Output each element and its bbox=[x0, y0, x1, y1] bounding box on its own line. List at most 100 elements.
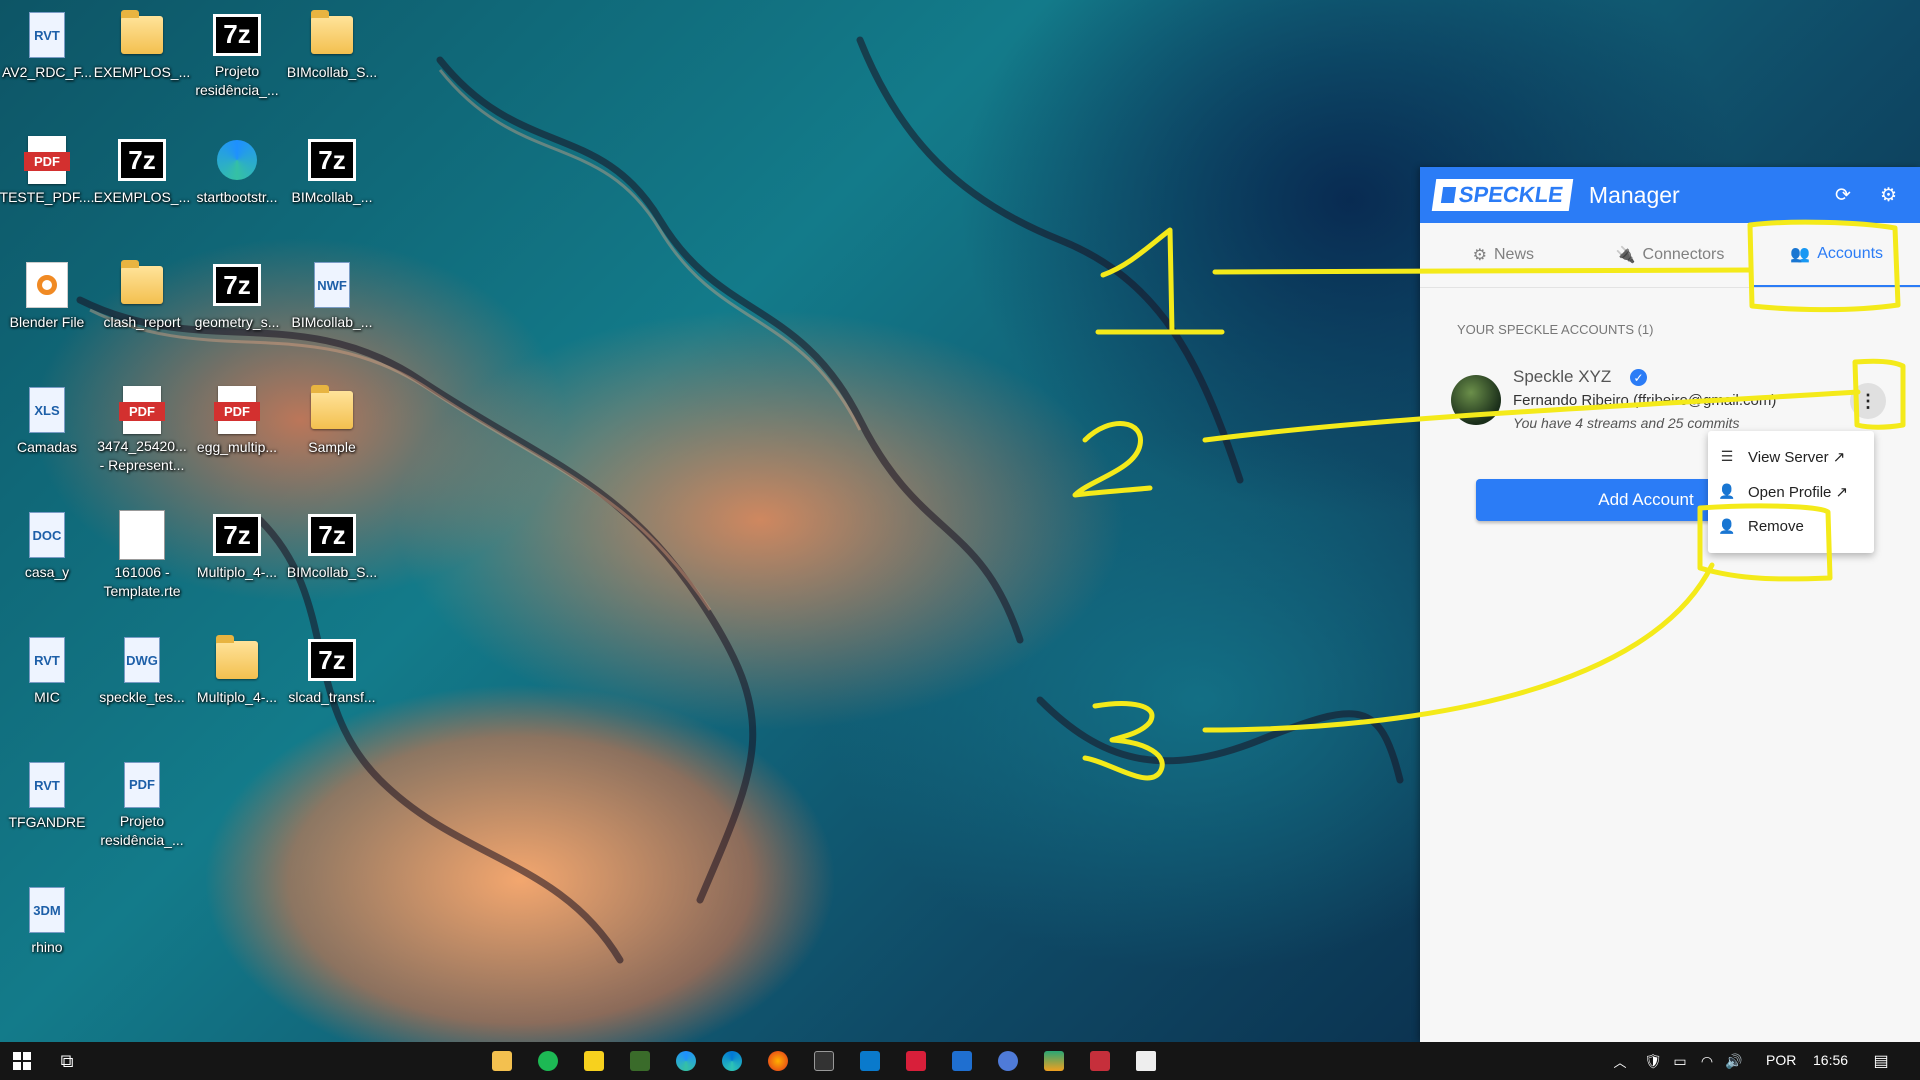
app-icon[interactable] bbox=[998, 1051, 1018, 1071]
desktop-icon-label: speckle_tes... bbox=[99, 689, 185, 705]
account-name: Speckle XYZ bbox=[1513, 367, 1612, 386]
7z-file-icon: 7z bbox=[212, 260, 262, 310]
menu-item-remove[interactable]: 👤 Remove bbox=[1708, 509, 1874, 544]
desktop-icon[interactable]: 161006 - Template.rte bbox=[95, 504, 189, 600]
desktop-icon[interactable]: clash_report bbox=[95, 254, 189, 350]
app-icon[interactable] bbox=[1090, 1051, 1110, 1071]
desktop-icon[interactable]: 7z Projeto residência_... bbox=[190, 4, 284, 100]
volume-icon[interactable]: 🔊 bbox=[1724, 1042, 1744, 1080]
desktop-icon[interactable]: 7z BIMcollab_S... bbox=[285, 504, 379, 600]
desktop-icon[interactable]: PDF 3474_25420... - Represent... bbox=[95, 379, 189, 475]
desktop-icon-label: BIMcollab_S... bbox=[286, 64, 378, 80]
task-view-icon[interactable]: ⧉ bbox=[54, 1042, 80, 1080]
desktop-icon-label: BIMcollab_... bbox=[291, 314, 373, 330]
desktop-icon-label: BIMcollab_... bbox=[291, 189, 373, 205]
pdf-file-icon: PDF bbox=[212, 385, 262, 435]
tab-accounts[interactable]: 👥 Accounts bbox=[1753, 223, 1920, 287]
terminal-icon[interactable] bbox=[814, 1051, 834, 1071]
windows-start-icon[interactable] bbox=[8, 1042, 36, 1080]
pdf-file-icon: PDF bbox=[22, 135, 72, 185]
tab-news[interactable]: ⚙ News bbox=[1420, 223, 1587, 287]
desktop-icon-label: TESTE_PDF.... bbox=[0, 189, 95, 205]
desktop-icon[interactable]: NWF BIMcollab_... bbox=[285, 254, 379, 350]
app-icon[interactable] bbox=[630, 1051, 650, 1071]
7z-file-icon: 7z bbox=[212, 510, 262, 560]
edge-beta-icon[interactable] bbox=[722, 1051, 742, 1071]
menu-item-open-profile[interactable]: 👤 Open Profile ↗ bbox=[1708, 474, 1874, 509]
settings-gear-icon[interactable]: ⚙ bbox=[1880, 184, 1897, 207]
desktop-icon[interactable]: startbootstr... bbox=[190, 129, 284, 225]
tab-accounts-label: Accounts bbox=[1817, 245, 1884, 262]
firefox-icon[interactable] bbox=[768, 1051, 788, 1071]
desktop-icon[interactable]: RVT TFGANDRE bbox=[0, 754, 94, 850]
account-menu-button[interactable]: ⋮ bbox=[1850, 383, 1886, 419]
edge-file-icon bbox=[212, 135, 262, 185]
layers-app-icon[interactable] bbox=[1044, 1051, 1064, 1071]
desktop-icon[interactable]: 3DM rhino bbox=[0, 879, 94, 975]
section-title: YOUR SPECKLE ACCOUNTS (1) bbox=[1457, 322, 1654, 337]
account-email: Fernando Ribeiro (ffribeiro@gmail.com) bbox=[1513, 392, 1777, 409]
doc-file-icon: PDF bbox=[117, 760, 167, 809]
file-explorer-icon[interactable] bbox=[492, 1051, 512, 1071]
desktop-icon-label: EXEMPLOS_... bbox=[93, 189, 191, 205]
refresh-icon[interactable]: ⟳ bbox=[1835, 184, 1851, 207]
doc-file-icon: RVT bbox=[22, 10, 72, 60]
folder-file-icon bbox=[117, 10, 167, 60]
account-context-menu: ☰ View Server ↗ 👤 Open Profile ↗ 👤 Remove bbox=[1708, 431, 1874, 553]
desktop-icon[interactable]: 7z slcad_transf... bbox=[285, 629, 379, 725]
avatar bbox=[1451, 375, 1501, 425]
desktop-icon[interactable]: DWG speckle_tes... bbox=[95, 629, 189, 725]
windows-taskbar: ⧉ ︿ 🛡 ▭ ◠ 🔊 POR 16:56 ▤ bbox=[0, 1042, 1920, 1080]
spotify-icon[interactable] bbox=[538, 1051, 558, 1071]
folder-file-icon bbox=[307, 10, 357, 60]
desktop-icon[interactable]: XLS Camadas bbox=[0, 379, 94, 475]
tab-news-label: News bbox=[1494, 246, 1535, 263]
edge-icon[interactable] bbox=[676, 1051, 696, 1071]
menu-item-view-server[interactable]: ☰ View Server ↗ bbox=[1708, 439, 1874, 474]
battery-icon[interactable]: ▭ bbox=[1670, 1042, 1690, 1080]
menu-item-label: View Server ↗ bbox=[1748, 448, 1846, 466]
clock[interactable]: 16:56 bbox=[1813, 1052, 1848, 1068]
desktop-icon[interactable]: RVT AV2_RDC_F... bbox=[0, 4, 94, 100]
security-shield-icon[interactable]: 🛡 bbox=[1643, 1042, 1663, 1080]
people-icon: 👥 bbox=[1790, 246, 1811, 263]
app-icon[interactable] bbox=[1136, 1051, 1156, 1071]
tab-connectors[interactable]: 🔌 Connectors bbox=[1587, 223, 1754, 287]
desktop-icon[interactable]: Sample bbox=[285, 379, 379, 475]
desktop-icon[interactable]: 7z EXEMPLOS_... bbox=[93, 129, 191, 225]
doc-file-icon: NWF bbox=[307, 260, 357, 310]
desktop-icon-label: Sample bbox=[308, 439, 356, 455]
tab-bar: ⚙ News 🔌 Connectors 👥 Accounts bbox=[1420, 223, 1920, 288]
desktop-icon-label: Projeto residência_... bbox=[195, 63, 279, 98]
wifi-icon[interactable]: ◠ bbox=[1697, 1042, 1717, 1080]
app-icon[interactable] bbox=[952, 1051, 972, 1071]
desktop-icon-label: rhino bbox=[31, 939, 63, 955]
doc-file-icon: DWG bbox=[117, 635, 167, 685]
7z-file-icon: 7z bbox=[307, 135, 357, 185]
autocad-icon[interactable] bbox=[906, 1051, 926, 1071]
desktop-icon[interactable]: DOC casa_y bbox=[0, 504, 94, 600]
desktop-icon[interactable]: EXEMPLOS_... bbox=[94, 4, 190, 100]
7z-file-icon: 7z bbox=[212, 10, 262, 59]
desktop-icon[interactable]: 7z geometry_s... bbox=[190, 254, 284, 350]
desktop-icon[interactable]: 7z Multiplo_4-... bbox=[190, 504, 284, 600]
desktop-icon-label: TFGANDRE bbox=[8, 814, 86, 830]
language-indicator[interactable]: POR bbox=[1766, 1052, 1796, 1068]
desktop-icon[interactable]: Blender File bbox=[0, 254, 94, 350]
notifications-icon[interactable]: ▤ bbox=[1868, 1042, 1894, 1080]
desktop-icon[interactable]: BIMcollab_S... bbox=[285, 4, 379, 100]
sticky-notes-icon[interactable] bbox=[584, 1051, 604, 1071]
vscode-icon[interactable] bbox=[860, 1051, 880, 1071]
speckle-logo-mark-icon bbox=[1440, 187, 1457, 203]
tray-chevron-up-icon[interactable]: ︿ bbox=[1610, 1042, 1630, 1080]
doc-file-icon: 3DM bbox=[22, 885, 72, 935]
speckle-manager-window: SPECKLE Manager ⟳ ⚙ ⚙ News 🔌 Connectors 👥 A… bbox=[1420, 167, 1920, 1042]
desktop-icon[interactable]: PDF TESTE_PDF.... bbox=[0, 129, 94, 225]
desktop-icon[interactable]: 7z BIMcollab_... bbox=[285, 129, 379, 225]
desktop-icon-label: geometry_s... bbox=[194, 314, 280, 330]
desktop-icon[interactable]: RVT MIC bbox=[0, 629, 94, 725]
desktop-icon[interactable]: PDF egg_multip... bbox=[190, 379, 284, 475]
desktop-icon[interactable]: Multiplo_4-... bbox=[190, 629, 284, 725]
tab-connectors-label: Connectors bbox=[1642, 246, 1725, 263]
desktop-icon[interactable]: PDF Projeto residência_... bbox=[95, 754, 189, 850]
